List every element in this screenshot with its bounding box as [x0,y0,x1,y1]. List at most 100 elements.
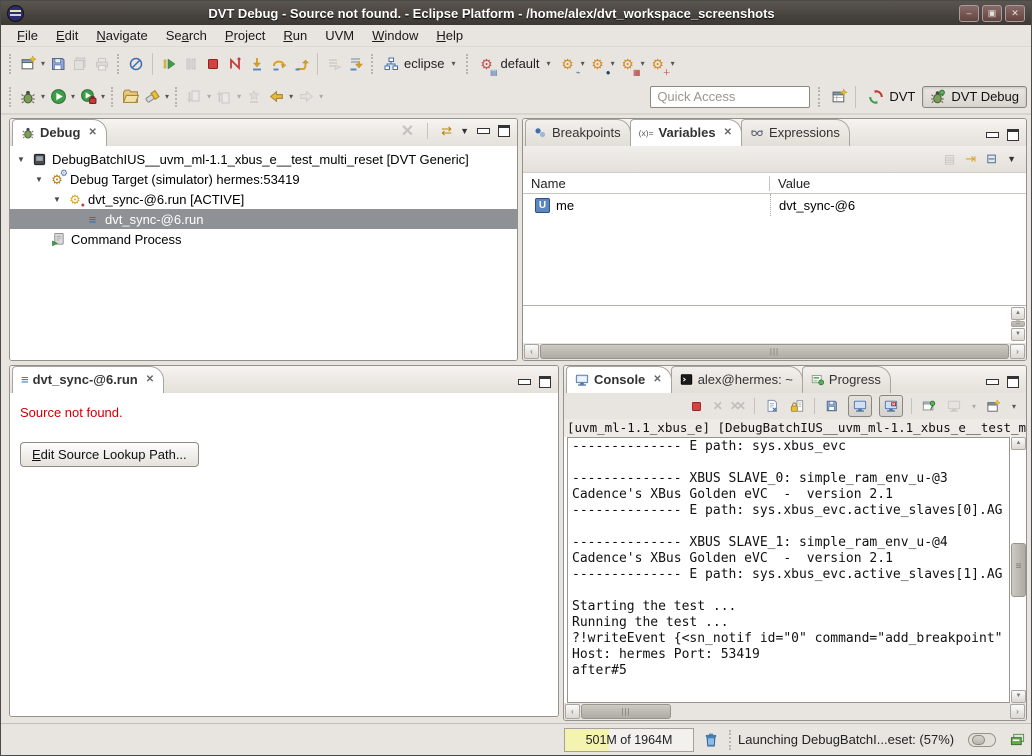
scrollbar-thumb[interactable] [540,344,1009,359]
disconnect-icon[interactable] [224,53,246,75]
tab-editor[interactable]: ≡ dvt_sync-@6.run ✕ [12,366,164,393]
menu-edit[interactable]: Edit [48,27,86,44]
save-icon[interactable] [47,53,69,75]
show-stdout-toggle-icon[interactable] [848,395,872,417]
expand-arrow-icon[interactable]: ▼ [34,175,44,184]
tab-editor-close-icon[interactable]: ✕ [146,374,154,385]
variables-hscrollbar[interactable]: ‹ › [523,343,1026,360]
console-maximize-icon[interactable] [1007,376,1019,388]
edit-source-lookup-path-button[interactable]: Edit Source Lookup Path... [20,442,199,467]
uvm-config-1-dropdown-icon[interactable]: ▾ [581,59,585,68]
scrollbar-thumb[interactable] [1011,321,1025,327]
detail-scrollbar[interactable]: ▲ ▼ [1011,307,1025,341]
scroll-down-icon[interactable]: ▼ [1011,328,1025,341]
editor-maximize-icon[interactable] [539,376,551,388]
quick-access-input[interactable] [650,86,810,108]
step-into-icon[interactable] [246,53,268,75]
tree-row-launch[interactable]: ▼ DebugBatchIUS__uvm_ml-1.1_xbus_e__test… [10,149,517,169]
garbage-collect-trash-icon[interactable] [700,729,722,751]
pin-console-icon[interactable] [920,397,938,415]
console-output[interactable]: -------------- E path: sys.xbus_evc-----… [567,437,1010,703]
expand-arrow-icon[interactable]: ▼ [52,195,62,204]
next-annotation-dropdown-icon[interactable]: ▾ [207,92,211,101]
scrollbar-thumb[interactable] [1011,543,1026,597]
tab-breakpoints[interactable]: Breakpoints [525,119,631,146]
variable-row[interactable]: Ume dvt_sync-@6 [523,194,1026,216]
tab-console-close-icon[interactable]: ✕ [653,374,661,385]
scrollbar-thumb[interactable] [581,704,671,719]
remove-all-launches-icon[interactable]: ✕✕ [730,399,746,413]
external-tools-dropdown-icon[interactable]: ▾ [101,92,105,101]
uvm-config-2-icon[interactable]: ⚙● [587,53,609,75]
open-file-icon[interactable] [119,86,141,108]
expand-arrow-icon[interactable]: ▼ [16,155,26,164]
show-columns-icon[interactable]: ⇥ [965,151,976,167]
debug-maximize-icon[interactable] [498,125,510,137]
forward-icon[interactable] [295,86,317,108]
step-filters-icon[interactable] [323,53,345,75]
tab-variables-close-icon[interactable]: ✕ [724,127,732,138]
show-progress-view-icon[interactable] [1006,729,1028,751]
terminate-icon[interactable] [202,53,224,75]
perspective-dvt-debug-button[interactable]: DVT Debug [922,86,1027,108]
display-console-icon[interactable] [945,397,963,415]
open-perspective-icon[interactable] [828,86,850,108]
clear-console-icon[interactable] [763,397,781,415]
console-vscrollbar[interactable]: ▲ ▼ [1010,437,1026,703]
skip-all-breakpoints-icon[interactable] [125,53,147,75]
run-icon[interactable] [47,86,69,108]
uvm-config-4-icon[interactable]: ⚙＋ [647,53,669,75]
view-layout-icon[interactable]: ⇄ [441,123,452,139]
collapse-all-icon[interactable]: ⊟ [986,151,997,167]
tab-terminal[interactable]: alex@hermes: ~ [671,366,803,393]
previous-annotation-icon[interactable] [213,86,235,108]
variables-maximize-icon[interactable] [1007,129,1019,141]
resume-icon[interactable] [158,53,180,75]
save-all-icon[interactable] [69,53,91,75]
default-config-combo[interactable]: ⚙▤ default▾ [474,52,557,76]
debug-launch-icon[interactable] [17,86,39,108]
drop-to-frame-icon[interactable] [345,53,367,75]
step-return-icon[interactable] [290,53,312,75]
menu-window[interactable]: Window [364,27,426,44]
tab-console[interactable]: Console ✕ [566,366,672,393]
menu-help[interactable]: Help [428,27,471,44]
menu-run[interactable]: Run [275,27,315,44]
uvm-config-4-dropdown-icon[interactable]: ▾ [671,59,675,68]
scroll-down-icon[interactable]: ▼ [1011,690,1026,703]
window-maximize-button[interactable]: ▣ [982,5,1002,22]
open-console-icon[interactable] [985,397,1003,415]
display-console-dropdown-icon[interactable]: ▾ [972,402,976,411]
scroll-right-icon[interactable]: › [1010,344,1025,359]
progress-status-text[interactable]: Launching DebugBatchI...eset: (57%) [738,732,954,747]
perspective-dvt-button[interactable]: DVT [861,87,922,107]
logical-structure-icon[interactable]: ▤ [944,152,955,166]
scroll-up-icon[interactable]: ▲ [1011,437,1026,450]
suspend-icon[interactable] [180,53,202,75]
terminate-console-icon[interactable] [688,397,706,415]
menu-file[interactable]: File [9,27,46,44]
window-close-button[interactable]: ✕ [1005,5,1025,22]
next-annotation-icon[interactable] [183,86,205,108]
tab-progress[interactable]: Progress [802,366,891,393]
debug-minimize-icon[interactable] [477,128,490,134]
uvm-config-2-dropdown-icon[interactable]: ▾ [611,59,615,68]
menu-uvm[interactable]: UVM [317,27,362,44]
variable-detail-pane[interactable]: ▲ ▼ [523,305,1026,343]
tab-expressions[interactable]: Expressions [741,119,850,146]
back-dropdown-icon[interactable]: ▾ [289,92,293,101]
new-wizard-dropdown-icon[interactable]: ▾ [41,59,45,68]
last-edit-location-icon[interactable] [243,86,265,108]
variables-view-menu-icon[interactable]: ▼ [1007,154,1016,164]
scroll-left-icon[interactable]: ‹ [565,704,580,719]
uvm-config-1-icon[interactable]: ⚙⌁ [557,53,579,75]
debug-dropdown-icon[interactable]: ▾ [41,92,45,101]
scroll-lock-icon[interactable] [788,397,806,415]
title-bar[interactable]: DVT Debug - Source not found. - Eclipse … [1,1,1031,25]
uvm-config-3-dropdown-icon[interactable]: ▾ [641,59,645,68]
remove-launch-icon[interactable]: ✕ [713,399,723,413]
new-wizard-icon[interactable] [17,53,39,75]
tab-variables[interactable]: (x)= Variables ✕ [630,119,742,146]
word-wrap-icon[interactable] [823,397,841,415]
search-icon[interactable] [141,86,163,108]
